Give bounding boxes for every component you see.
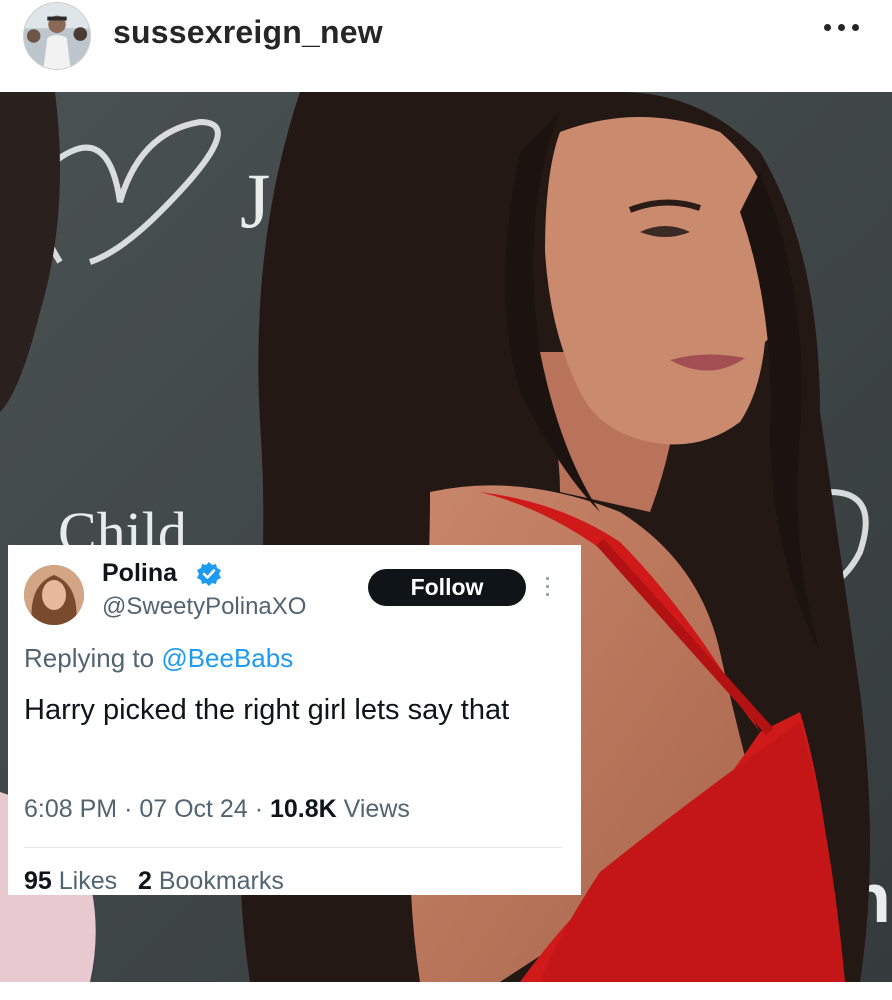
tweet-meta: 6:08 PM · 07 Oct 24 · 10.8K Views bbox=[24, 795, 410, 823]
bookmarks-count[interactable]: 2 bbox=[138, 867, 152, 895]
tweet-display-name[interactable]: Polina bbox=[102, 559, 177, 588]
verified-badge-icon bbox=[196, 561, 222, 587]
tweet-stats: 95 Likes 2 Bookmarks bbox=[24, 867, 284, 896]
follow-button[interactable]: Follow bbox=[368, 569, 526, 606]
profile-avatar[interactable] bbox=[23, 2, 91, 70]
tweet-divider bbox=[24, 847, 562, 848]
bottom-strip bbox=[0, 982, 892, 1000]
tweet-time[interactable]: 6:08 PM bbox=[24, 795, 117, 823]
post-header: sussexreign_new bbox=[0, 0, 892, 92]
bookmarks-label[interactable]: Bookmarks bbox=[159, 867, 284, 895]
more-horizontal-icon[interactable] bbox=[822, 18, 862, 38]
tweet-text: Harry picked the right girl lets say tha… bbox=[24, 694, 510, 726]
tweet-card: Polina @SweetyPolinaXO Follow Replying t… bbox=[8, 545, 581, 895]
post-username[interactable]: sussexreign_new bbox=[113, 14, 383, 51]
replying-handle[interactable]: @BeeBabs bbox=[161, 643, 293, 673]
tweet-more-icon[interactable] bbox=[545, 575, 551, 599]
replying-prefix: Replying to bbox=[24, 643, 155, 673]
replying-to: Replying to @BeeBabs bbox=[24, 643, 293, 674]
views-label: Views bbox=[343, 795, 410, 823]
tweet-date[interactable]: 07 Oct 24 bbox=[139, 795, 247, 823]
tweet-handle[interactable]: @SweetyPolinaXO bbox=[102, 593, 306, 621]
views-count: 10.8K bbox=[269, 795, 337, 823]
likes-count[interactable]: 95 bbox=[24, 867, 52, 895]
tweet-avatar[interactable] bbox=[24, 565, 84, 625]
likes-label[interactable]: Likes bbox=[59, 867, 117, 895]
